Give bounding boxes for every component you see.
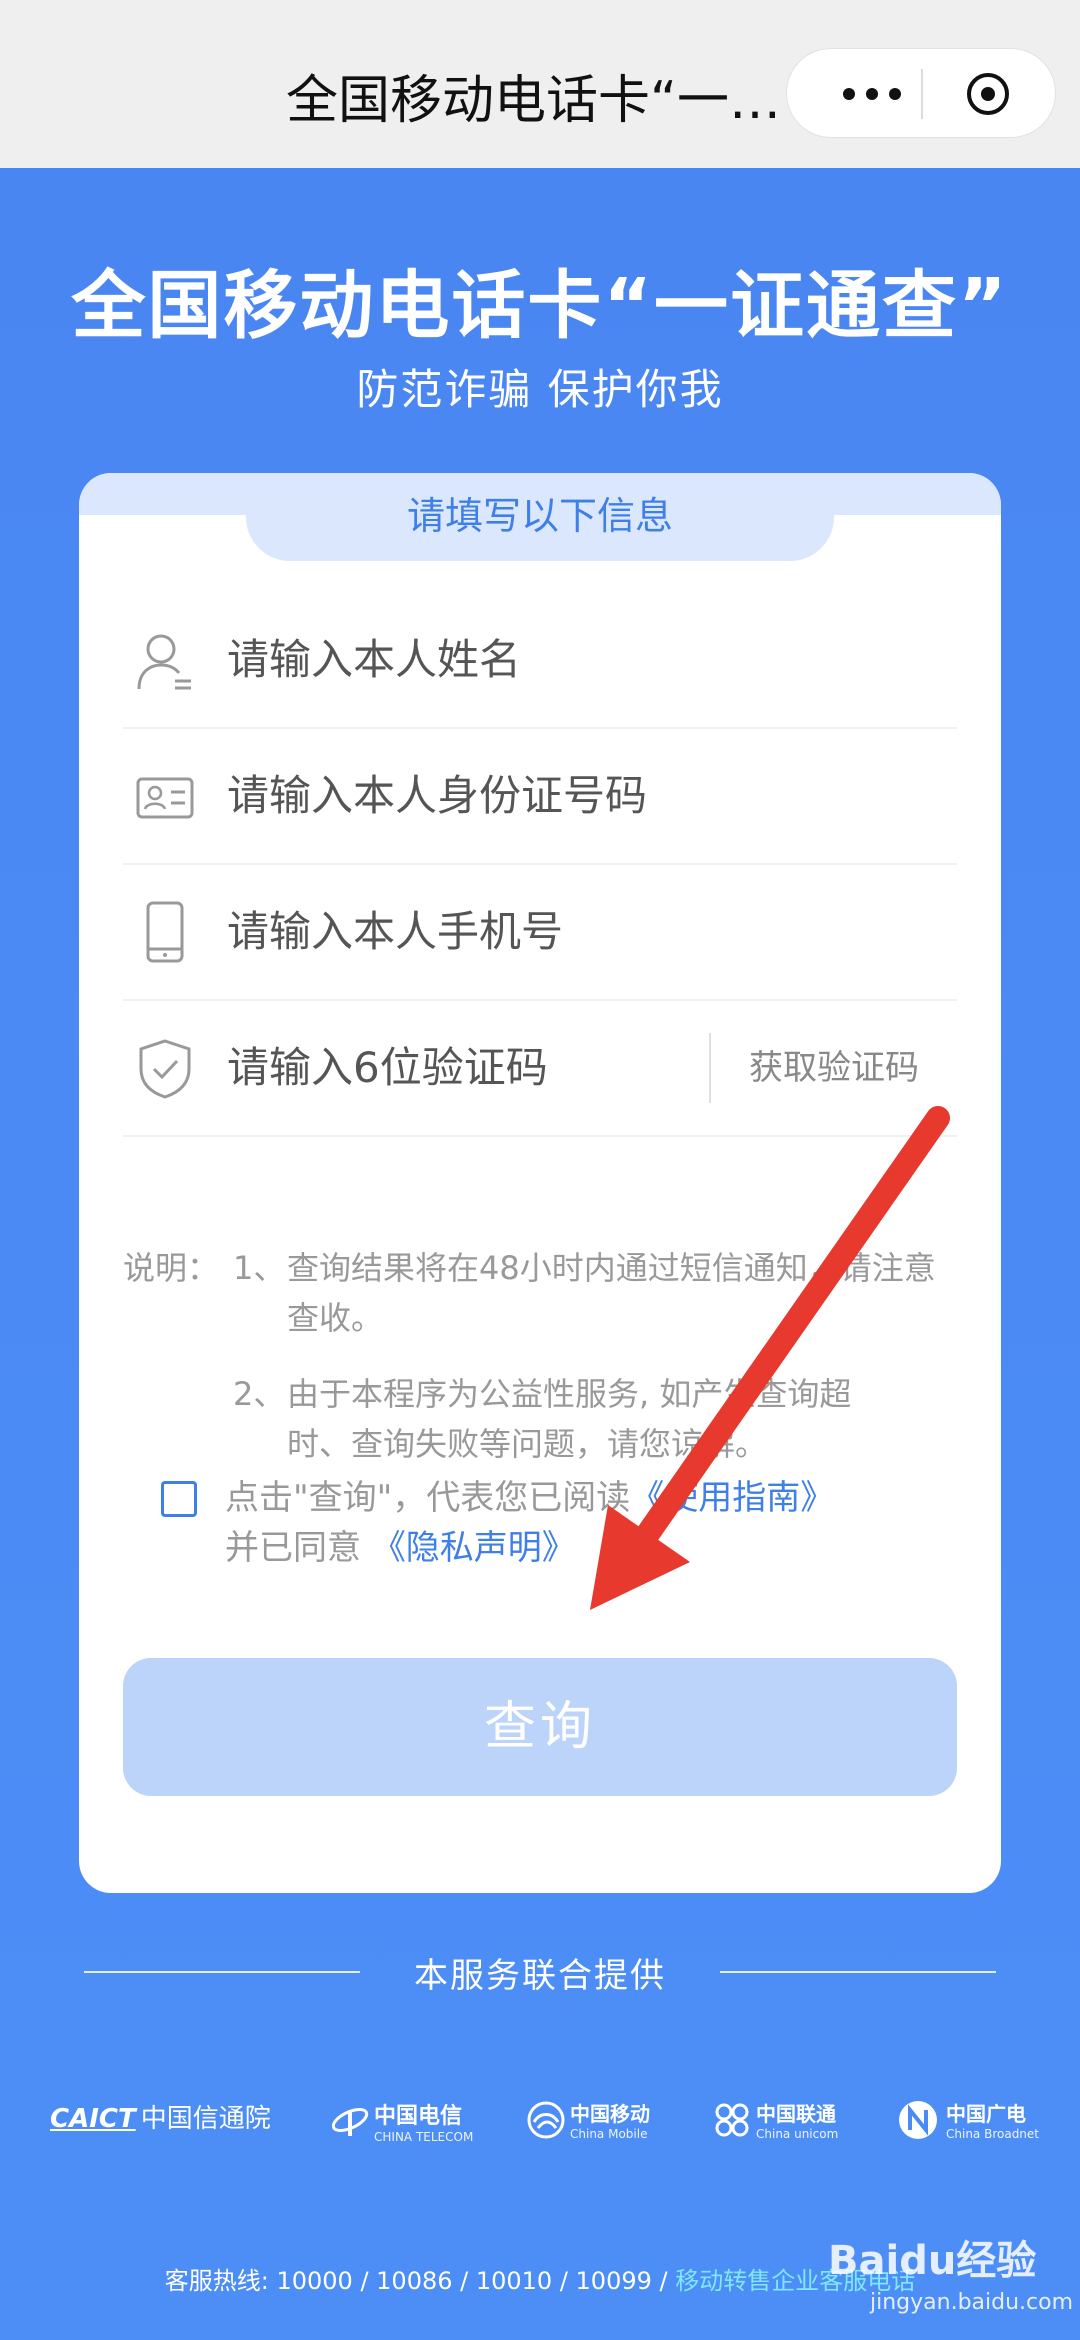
footer-title: 本服务联合提供 xyxy=(414,1956,666,1996)
verification-code-input[interactable]: 请输入6位验证码 xyxy=(227,1001,548,1135)
hero-subtitle: 防范诈骗 保护你我 xyxy=(356,365,724,414)
note-item: 2、 由于本程序为公益性服务, 如产生查询超时、查询失败等问题，请您谅解。 xyxy=(233,1369,913,1469)
phone-icon xyxy=(135,901,195,965)
watermark-url: jingyan.baidu.com xyxy=(870,2290,1074,2315)
guide-link[interactable]: 《使用指南》 xyxy=(630,1478,834,1518)
nav-bar: 全国移动电话卡“一… xyxy=(0,0,1080,168)
id-card-icon xyxy=(135,765,195,829)
notes-label: 说明： xyxy=(123,1249,220,1287)
broadnet-mark-icon xyxy=(899,2101,937,2139)
phone-field[interactable]: 请输入本人手机号 xyxy=(123,865,957,1001)
baidu-watermark: Baidu经验 xyxy=(828,2238,1037,2284)
broadnet-sub: China Broadnet xyxy=(946,2127,1039,2141)
capsule-divider xyxy=(921,69,923,119)
code-divider xyxy=(709,1033,711,1103)
agreement-and-text: 并已同意 xyxy=(225,1528,361,1568)
unicom-sub: China unicom xyxy=(756,2127,839,2141)
note-number: 1、 xyxy=(233,1249,286,1287)
telecom-mark-icon xyxy=(331,2107,369,2136)
telecom-sub: CHINA TELECOM xyxy=(374,2130,474,2144)
more-dots-icon[interactable] xyxy=(827,69,917,119)
get-code-button[interactable]: 获取验证码 xyxy=(749,1001,919,1135)
shield-check-icon xyxy=(135,1037,195,1101)
broadnet-name: 中国广电 xyxy=(946,2102,1026,2126)
verification-code-field[interactable]: 请输入6位验证码 获取验证码 xyxy=(123,1001,957,1137)
agreement-prefix: 点击"查询"，代表您已阅读 xyxy=(225,1478,631,1518)
page-title: 全国移动电话卡“一… xyxy=(286,71,781,131)
id-number-field[interactable]: 请输入本人身份证号码 xyxy=(123,729,957,865)
caict-prefix: CAICT xyxy=(50,2104,136,2134)
hotline-numbers: 客服热线: 10000 / 10086 / 10010 / 10099 / xyxy=(164,2267,676,2295)
mobile-name: 中国移动 xyxy=(570,2102,650,2126)
name-field[interactable]: 请输入本人姓名 xyxy=(123,593,957,729)
unicom-name: 中国联通 xyxy=(756,2102,836,2126)
caict-name: 中国信通院 xyxy=(140,2104,271,2134)
id-number-input[interactable]: 请输入本人身份证号码 xyxy=(227,729,647,863)
form-header: 请填写以下信息 xyxy=(246,473,834,561)
query-form-card: 请填写以下信息 请输入本人姓名 请输入本人身份证号码 请输入本人手机号 请输入6… xyxy=(79,473,1001,1893)
agreement-line-1: 点击"查询"，代表您已阅读《使用指南》 xyxy=(225,1473,834,1523)
person-icon xyxy=(135,629,195,693)
agreement-line-2: 并已同意 《隐私声明》 xyxy=(225,1523,576,1573)
mobile-mark-icon xyxy=(527,2101,565,2139)
note-text: 由于本程序为公益性服务, 如产生查询超时、查询失败等问题，请您谅解。 xyxy=(287,1375,852,1463)
mobile-sub: China Mobile xyxy=(570,2127,648,2141)
privacy-link[interactable]: 《隐私声明》 xyxy=(372,1528,576,1568)
name-input[interactable]: 请输入本人姓名 xyxy=(227,593,521,727)
note-number: 2、 xyxy=(233,1375,286,1413)
telecom-name: 中国电信 xyxy=(374,2104,463,2129)
note-text: 查询结果将在48小时内通过短信通知，请注意查收。 xyxy=(287,1249,936,1337)
caict-logo: CAICT 中国信通院 xyxy=(50,2098,271,2168)
mini-program-capsule xyxy=(786,48,1056,138)
provider-logos: CAICT 中国信通院 中国电信 CHINA TELECOM 中国移动 Chin… xyxy=(50,2098,1039,2168)
main-content: 全国移动电话卡“一证通查” 防范诈骗 保护你我 请填写以下信息 请输入本人姓名 xyxy=(0,168,1080,2340)
close-circle-icon[interactable] xyxy=(963,69,1013,119)
hero-title: 全国移动电话卡“一证通查” xyxy=(71,263,1009,349)
query-button[interactable]: 查询 xyxy=(123,1658,957,1796)
phone-input[interactable]: 请输入本人手机号 xyxy=(227,865,563,999)
unicom-mark-icon xyxy=(715,2103,749,2137)
note-item: 1、 查询结果将在48小时内通过短信通知，请注意查收。 xyxy=(233,1243,963,1343)
agree-checkbox[interactable] xyxy=(161,1481,197,1517)
